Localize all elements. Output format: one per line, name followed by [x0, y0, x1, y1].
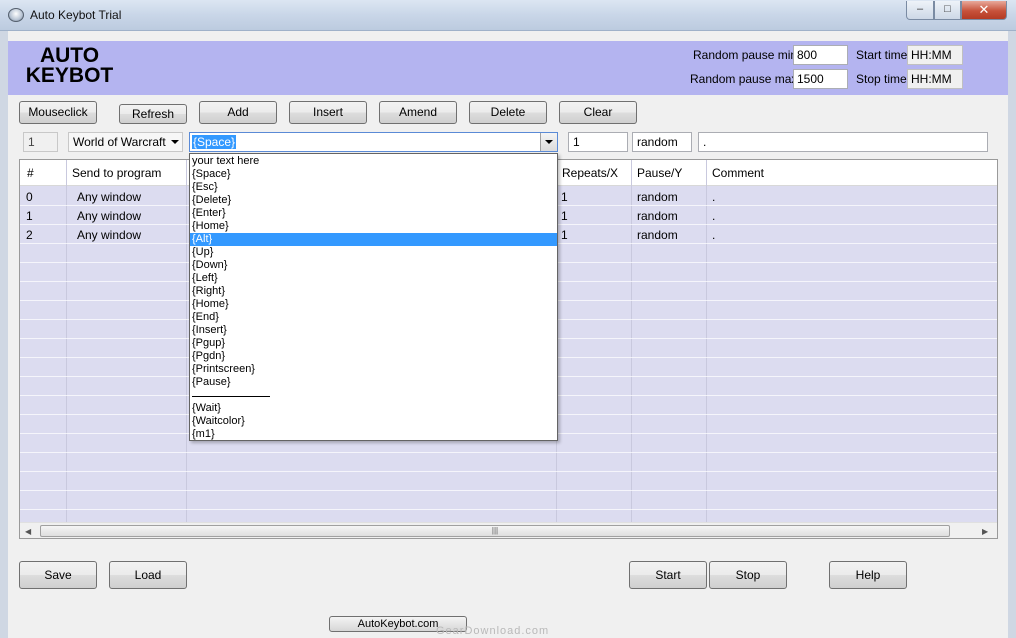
- program-select[interactable]: World of Warcraft: [68, 132, 183, 152]
- cell-repeats: 1: [561, 209, 568, 223]
- dropdown-separator: [190, 389, 557, 402]
- amend-button[interactable]: Amend: [379, 101, 457, 124]
- dropdown-item[interactable]: {Wait}: [190, 402, 557, 415]
- row-divider: [20, 490, 997, 491]
- watermark-text: GearDownload.com: [436, 625, 550, 637]
- dropdown-item[interactable]: {Down}: [190, 259, 557, 272]
- dropdown-item[interactable]: {Pause}: [190, 376, 557, 389]
- app-client-area: AUTO KEYBOT Random pause min 800 Random …: [8, 31, 1008, 638]
- cell-program: Any window: [77, 190, 142, 204]
- column-header-comment[interactable]: Comment: [712, 166, 764, 180]
- column-divider: [631, 160, 632, 522]
- column-header-repeats[interactable]: Repeats/X: [562, 166, 618, 180]
- key-combobox-value[interactable]: {Space}: [192, 135, 237, 149]
- scrollbar-thumb[interactable]: |||: [40, 525, 950, 537]
- start-button[interactable]: Start: [629, 561, 707, 589]
- dropdown-item[interactable]: {Waitcolor}: [190, 415, 557, 428]
- random-pause-min-label: Random pause min: [693, 48, 798, 62]
- logo-line-1: AUTO: [39, 44, 100, 67]
- cell-comment: .: [712, 228, 716, 242]
- cell-number: 2: [26, 228, 33, 242]
- horizontal-scrollbar[interactable]: ◀ ||| ▶: [20, 522, 997, 538]
- dropdown-item[interactable]: {End}: [190, 311, 557, 324]
- random-pause-min-input[interactable]: 800: [793, 45, 848, 65]
- index-field[interactable]: 1: [23, 132, 58, 152]
- scroll-right-icon[interactable]: ▶: [982, 527, 988, 536]
- dropdown-item[interactable]: {Pgup}: [190, 337, 557, 350]
- dropdown-item[interactable]: {Pgdn}: [190, 350, 557, 363]
- cell-number: 0: [26, 190, 33, 204]
- load-button[interactable]: Load: [109, 561, 187, 589]
- save-button[interactable]: Save: [19, 561, 97, 589]
- cell-comment: .: [712, 209, 716, 223]
- cell-program: Any window: [77, 228, 142, 242]
- scroll-left-icon[interactable]: ◀: [25, 527, 31, 536]
- stop-time-label: Stop time: [856, 72, 907, 86]
- cell-repeats: 1: [561, 228, 568, 242]
- dropdown-item[interactable]: {Insert}: [190, 324, 557, 337]
- dropdown-item[interactable]: {Esc}: [190, 181, 557, 194]
- pause-field[interactable]: random: [632, 132, 692, 152]
- column-header-number[interactable]: #: [27, 166, 34, 180]
- column-header-pause[interactable]: Pause/Y: [637, 166, 682, 180]
- title-bar: Auto Keybot Trial ‒ □ ✕: [0, 0, 1016, 31]
- add-button[interactable]: Add: [199, 101, 277, 124]
- cell-pause: random: [637, 228, 678, 242]
- delete-button[interactable]: Delete: [469, 101, 547, 124]
- help-button[interactable]: Help: [829, 561, 907, 589]
- start-time-label: Start time: [856, 48, 908, 62]
- cell-number: 1: [26, 209, 33, 223]
- cell-comment: .: [712, 190, 716, 204]
- mouseclick-button[interactable]: Mouseclick: [19, 101, 97, 124]
- dropdown-item[interactable]: {Delete}: [190, 194, 557, 207]
- cell-program: Any window: [77, 209, 142, 223]
- row-divider: [20, 471, 997, 472]
- program-select-value: World of Warcraft: [73, 135, 166, 149]
- dropdown-item[interactable]: {Printscreen}: [190, 363, 557, 376]
- dropdown-item[interactable]: {Right}: [190, 285, 557, 298]
- dropdown-item[interactable]: {Space}: [190, 168, 557, 181]
- column-divider: [186, 160, 187, 522]
- dropdown-item[interactable]: {m1}: [190, 428, 557, 441]
- stop-time-input[interactable]: HH:MM: [907, 69, 963, 89]
- cell-pause: random: [637, 190, 678, 204]
- app-icon: [8, 8, 24, 22]
- repeats-field[interactable]: 1: [568, 132, 628, 152]
- dropdown-item[interactable]: your text here: [190, 155, 557, 168]
- dropdown-item[interactable]: {Home}: [190, 298, 557, 311]
- maximize-button[interactable]: □: [934, 1, 961, 20]
- cell-repeats: 1: [561, 190, 568, 204]
- app-logo: AUTO KEYBOT: [22, 44, 117, 87]
- column-divider: [706, 160, 707, 522]
- dropdown-item[interactable]: {Left}: [190, 272, 557, 285]
- insert-button[interactable]: Insert: [289, 101, 367, 124]
- minimize-button[interactable]: ‒: [906, 1, 934, 20]
- random-pause-max-input[interactable]: 1500: [793, 69, 848, 89]
- row-divider: [20, 452, 997, 453]
- key-dropdown-list[interactable]: your text here {Space} {Esc} {Delete} {E…: [189, 153, 558, 441]
- logo-line-2: KEYBOT: [25, 64, 114, 87]
- dropdown-item-selected[interactable]: {Alt}: [190, 233, 557, 246]
- dropdown-item[interactable]: {Enter}: [190, 207, 557, 220]
- dropdown-item[interactable]: {Home}: [190, 220, 557, 233]
- clear-button[interactable]: Clear: [559, 101, 637, 124]
- stop-button[interactable]: Stop: [709, 561, 787, 589]
- chevron-down-icon[interactable]: [540, 133, 557, 151]
- start-time-input[interactable]: HH:MM: [907, 45, 963, 65]
- close-button[interactable]: ✕: [961, 1, 1007, 20]
- header-band: AUTO KEYBOT Random pause min 800 Random …: [8, 41, 1008, 95]
- comment-field[interactable]: .: [698, 132, 988, 152]
- dropdown-item[interactable]: {Up}: [190, 246, 557, 259]
- random-pause-max-label: Random pause max: [690, 72, 798, 86]
- key-combobox[interactable]: {Space}: [189, 132, 558, 152]
- refresh-button[interactable]: Refresh: [119, 104, 187, 124]
- window-title: Auto Keybot Trial: [30, 8, 122, 22]
- column-divider: [66, 160, 67, 522]
- cell-pause: random: [637, 209, 678, 223]
- row-divider: [20, 509, 997, 510]
- column-header-program[interactable]: Send to program: [72, 166, 161, 180]
- chevron-down-icon[interactable]: [171, 140, 179, 144]
